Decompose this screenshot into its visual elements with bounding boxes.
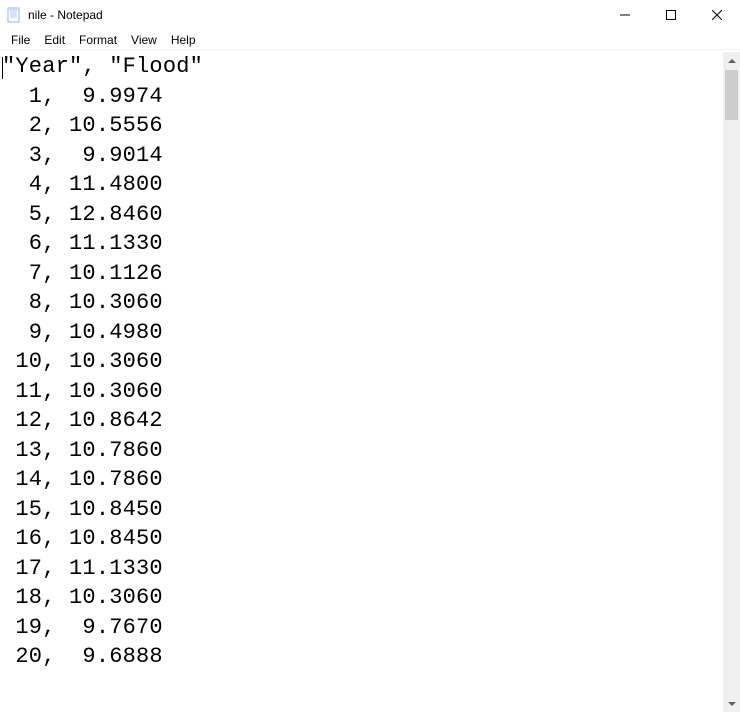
scrollbar-thumb[interactable] [725,70,738,120]
minimize-button[interactable] [602,0,648,30]
menu-bar: File Edit Format View Help [0,30,740,50]
close-button[interactable] [694,0,740,30]
notepad-icon [6,7,22,23]
window-title: nile - Notepad [28,8,103,22]
content-area: "Year", "Flood" 1, 9.9974 2, 10.5556 3, … [0,52,740,712]
menu-edit[interactable]: Edit [37,31,72,49]
menu-format[interactable]: Format [72,31,124,49]
menu-file[interactable]: File [4,31,37,49]
window-titlebar: nile - Notepad [0,0,740,30]
vertical-scrollbar[interactable] [723,52,740,712]
scroll-up-arrow[interactable] [723,52,740,69]
maximize-button[interactable] [648,0,694,30]
menu-view[interactable]: View [124,31,164,49]
scroll-down-arrow[interactable] [723,695,740,712]
text-editor[interactable]: "Year", "Flood" 1, 9.9974 2, 10.5556 3, … [0,52,723,712]
window-controls [602,0,740,30]
menu-help[interactable]: Help [164,31,203,49]
